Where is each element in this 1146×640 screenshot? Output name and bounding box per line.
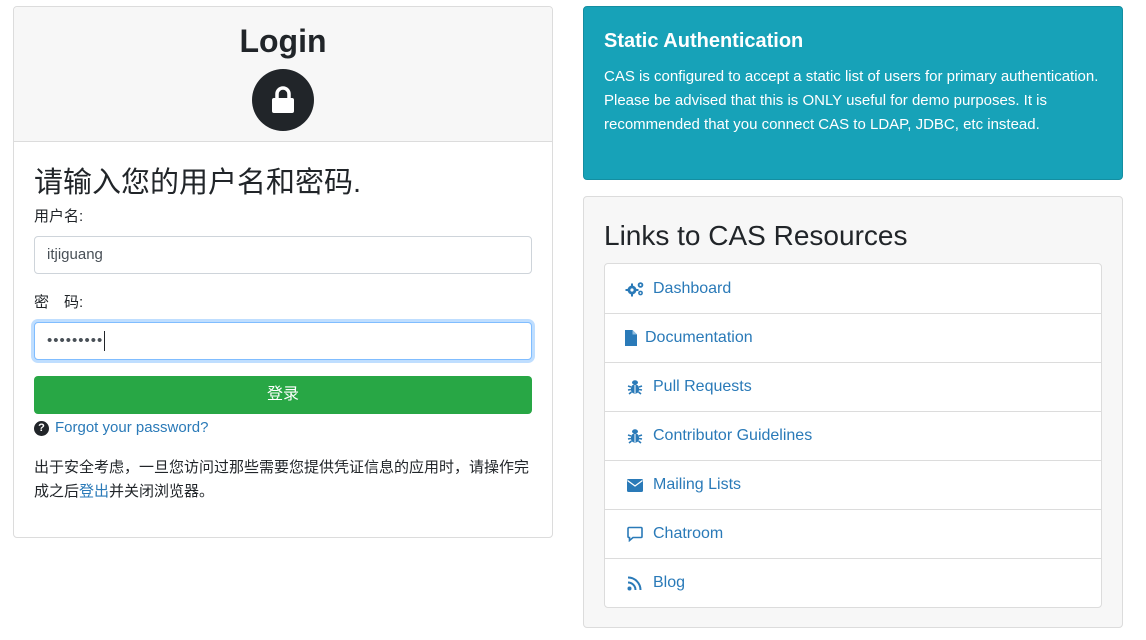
login-prompt: 请输入您的用户名和密码.: [34, 167, 362, 199]
resource-label: Mailing Lists: [653, 476, 742, 493]
forgot-password-link[interactable]: Forgot your password?: [55, 418, 208, 438]
login-card: Login 请输入您的用户名和密码. 用户名: itjiguang 密 码: •…: [13, 6, 553, 538]
password-label: 密 码:: [34, 294, 84, 311]
resources-card: Links to CAS Resources Dashboard Documen…: [583, 196, 1123, 628]
alert-body: CAS is configured to accept a static lis…: [604, 68, 1099, 133]
text-caret: [104, 331, 106, 352]
resource-link-mailing-lists[interactable]: Mailing Lists: [605, 460, 1101, 509]
envelope-icon: [625, 478, 645, 492]
resource-link-documentation[interactable]: Documentation: [605, 313, 1101, 362]
resource-label: Blog: [653, 574, 686, 591]
username-label: 用户名:: [34, 208, 84, 225]
bug-icon: [625, 428, 645, 444]
security-notice: 出于安全考虑，一旦您访问过那些需要您提供凭证信息的应用时，请操作完成之后登出并关…: [34, 456, 532, 504]
cogs-icon: [625, 281, 645, 297]
comment-icon: [625, 526, 645, 542]
bug-icon: [625, 379, 645, 395]
resource-link-dashboard[interactable]: Dashboard: [605, 264, 1101, 313]
resource-label: Contributor Guidelines: [653, 427, 813, 444]
resources-list: Dashboard Documentation Pull Requests Co…: [604, 263, 1102, 608]
login-header: Login: [14, 7, 552, 142]
file-icon: [625, 330, 637, 346]
resource-link-pull-requests[interactable]: Pull Requests: [605, 362, 1101, 411]
logout-link[interactable]: 登出: [79, 483, 109, 500]
rss-icon: [625, 575, 645, 591]
resource-label: Chatroom: [653, 525, 724, 542]
resource-link-blog[interactable]: Blog: [605, 558, 1101, 607]
resource-link-contributor-guidelines[interactable]: Contributor Guidelines: [605, 411, 1101, 460]
question-circle-icon: ?: [34, 420, 49, 436]
forgot-password-row: ? Forgot your password?: [34, 418, 532, 438]
lock-icon: [252, 69, 314, 131]
notice-text-after: 并关闭浏览器。: [109, 483, 215, 500]
alert-title: Static Authentication: [604, 30, 804, 52]
username-input[interactable]: itjiguang: [34, 236, 532, 274]
resource-label: Dashboard: [653, 279, 732, 297]
username-value: itjiguang: [47, 246, 103, 263]
resource-label: Documentation: [645, 329, 753, 346]
static-auth-alert: Static Authentication CAS is configured …: [583, 6, 1123, 180]
login-title: Login: [239, 23, 327, 59]
login-form: 请输入您的用户名和密码. 用户名: itjiguang 密 码: •••••••…: [14, 166, 552, 504]
resources-title: Links to CAS Resources: [604, 220, 908, 251]
resource-link-chatroom[interactable]: Chatroom: [605, 509, 1101, 558]
login-button[interactable]: 登录: [34, 376, 532, 414]
resource-label: Pull Requests: [653, 378, 752, 395]
password-input[interactable]: •••••••••: [34, 322, 532, 360]
password-mask: •••••••••: [47, 332, 104, 349]
